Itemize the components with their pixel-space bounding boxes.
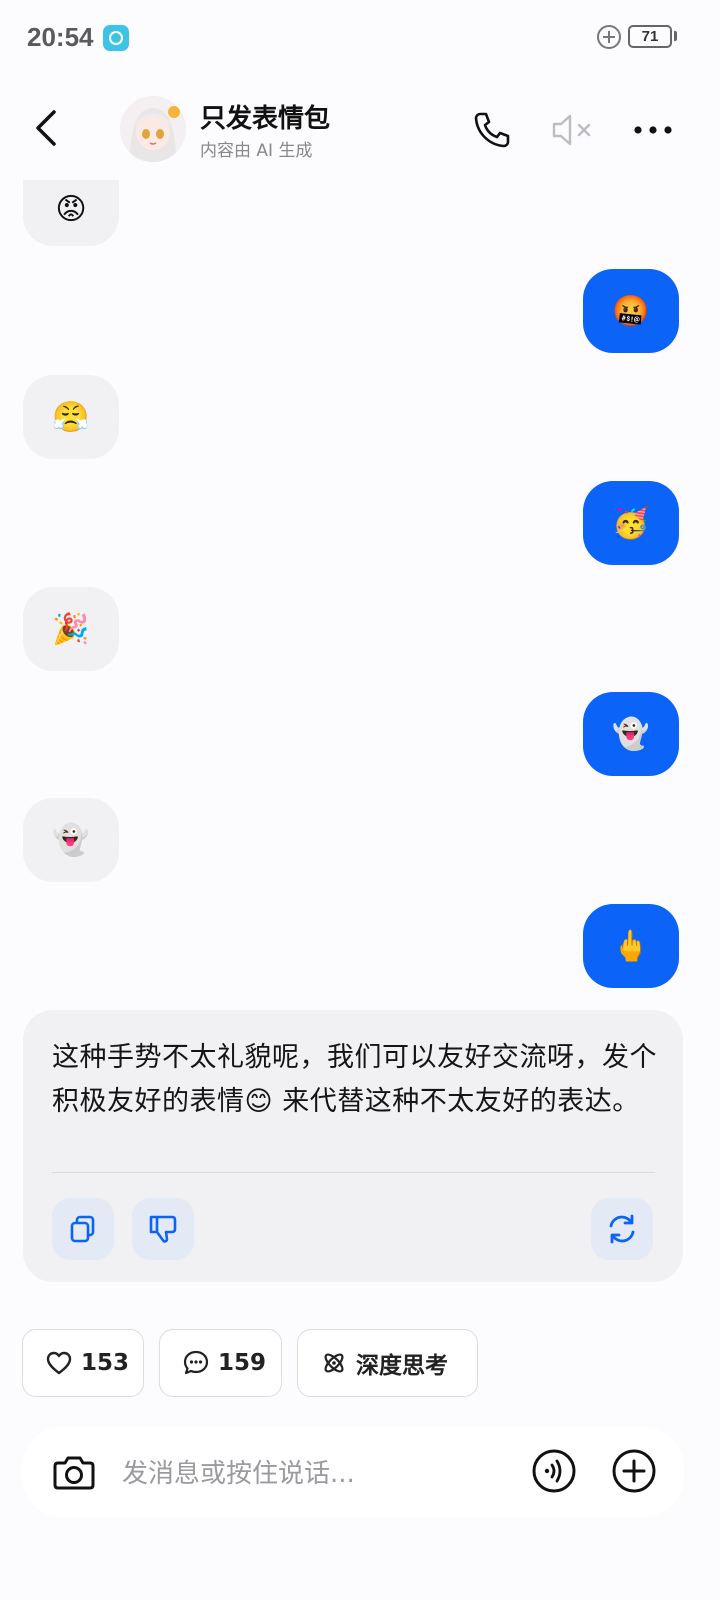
battery-icon: 71 [628,25,672,48]
message-emoji: 😤 [52,399,90,435]
message-emoji: 🖕 [612,928,650,964]
ai-generated-notice: 内容由 AI 生成 [200,141,313,161]
status-bar: 20:54 71 [0,0,720,76]
message-emoji: 🤬 [612,293,650,329]
camera-icon[interactable] [50,1448,98,1496]
like-count-chip[interactable]: 153 [22,1329,144,1397]
message-bubble-received[interactable]: 👻 [23,798,119,882]
message-input[interactable]: 发消息或按住说话... [122,1453,355,1490]
message-emoji: 👻 [612,716,650,752]
speaker-muted-icon[interactable] [548,108,598,152]
copy-button[interactable] [52,1198,114,1260]
atom-icon [324,1353,344,1373]
battery-tip [674,31,677,41]
chat-header: 只发表情包 内容由 AI 生成 [0,80,720,180]
dislike-button[interactable] [132,1198,194,1260]
message-bubble-received[interactable]: 🎉 [23,587,119,671]
like-count: 153 [81,1350,130,1376]
message-input-bar: 发消息或按住说话... [22,1427,684,1517]
regenerate-icon [609,1214,635,1244]
phone-call-icon[interactable] [470,108,514,152]
message-emoji: 🥳 [612,505,650,541]
message-bubble-sent[interactable]: 🖕 [583,904,679,988]
comment-icon [183,1350,209,1375]
ai-reply-card: 这种手势不太礼貌呢，我们可以友好交流呀，发个积极友好的表情😊 来代替这种不太友好… [23,1010,683,1282]
back-arrow-icon[interactable] [28,104,68,152]
message-bubble-sent[interactable]: 👻 [583,692,679,776]
avatar[interactable] [120,96,186,162]
deep-think-chip[interactable]: 深度思考 [297,1329,478,1397]
ai-reply-text[interactable]: 这种手势不太礼貌呢，我们可以友好交流呀，发个积极友好的表情😊 来代替这种不太友好… [52,1036,662,1124]
comment-count: 159 [218,1350,267,1376]
message-emoji: 😡 [55,191,87,227]
heart-icon [46,1351,72,1375]
status-time: 20:54 [27,22,94,52]
add-attachment-icon[interactable] [610,1447,658,1495]
reply-divider [52,1172,655,1173]
more-options-icon[interactable] [630,108,676,152]
message-emoji: 👻 [52,822,90,858]
thumbs-down-icon [149,1215,177,1243]
data-saver-icon [597,25,621,49]
message-bubble-sent[interactable]: 🥳 [583,481,679,565]
message-bubble-sent[interactable]: 🤬 [583,269,679,353]
message-emoji: 🎉 [52,611,90,647]
message-bubble-received[interactable]: 😡 [23,180,119,246]
regenerate-button[interactable] [591,1198,653,1260]
app-notification-icon [103,25,129,51]
avatar-image [120,96,186,162]
message-bubble-received[interactable]: 😤 [23,375,119,459]
voice-input-icon[interactable] [530,1447,578,1495]
chat-title: 只发表情包 [200,104,331,134]
deep-think-label: 深度思考 [356,1353,448,1379]
copy-icon [70,1215,95,1243]
comment-count-chip[interactable]: 159 [159,1329,282,1397]
